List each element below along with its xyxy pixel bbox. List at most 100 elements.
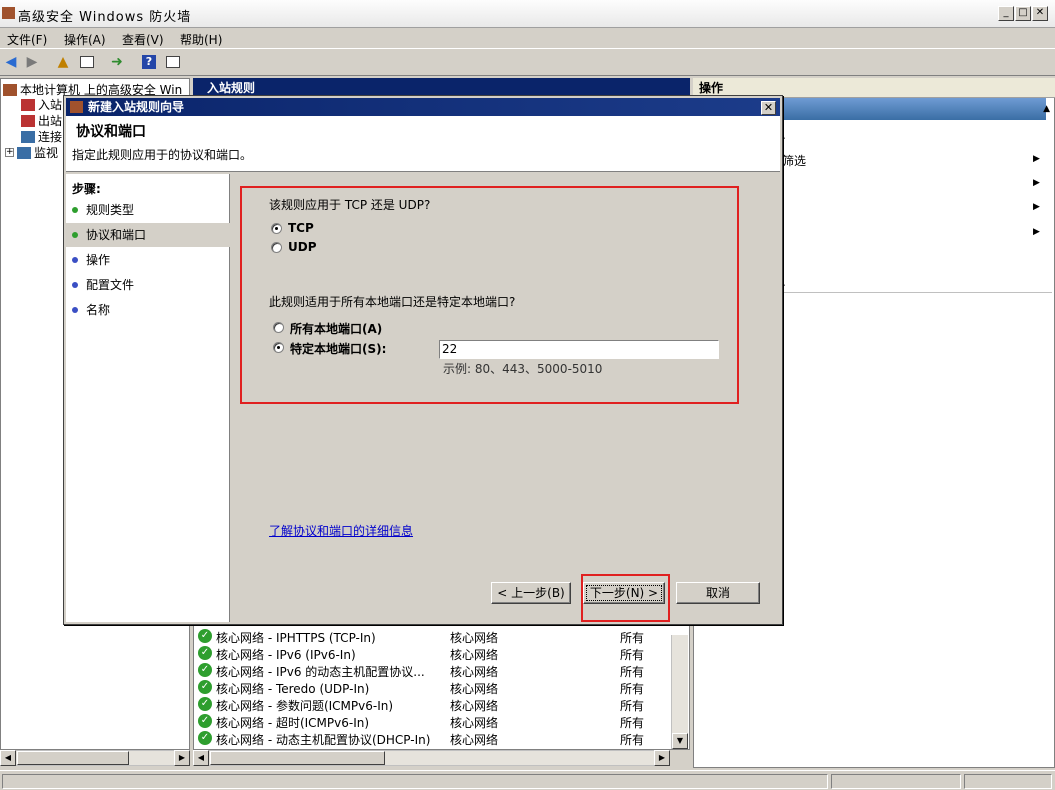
menu-view[interactable]: 查看(V) (122, 31, 164, 48)
properties-icon[interactable] (164, 53, 182, 71)
scroll-down-icon[interactable]: ▼ (672, 733, 688, 749)
page-title: 协议和端口 (76, 124, 146, 140)
collapse-icon[interactable]: ▲ (1043, 104, 1050, 114)
steps-panel: 步骤: 规则类型 协议和端口 操作 配置文件 名称 (66, 174, 230, 622)
status-segment (964, 774, 1052, 789)
close-button[interactable]: ✕ (1032, 6, 1048, 21)
up-folder-icon[interactable]: ▲ (54, 53, 72, 71)
wizard-content: 该规则应用于 TCP 还是 UDP? TCP UDP 此规则适用于所有本地端口还… (233, 174, 782, 622)
table-row[interactable]: ✓ 核心网络 - 参数问题(ICMPv6-In) 核心网络 所有 (198, 696, 668, 713)
back-button[interactable]: < 上一步(B) (491, 582, 571, 604)
tcp-label[interactable]: TCP (288, 221, 314, 235)
table-row[interactable]: ✓ 核心网络 - IPv6 的动态主机配置协议... 核心网络 所有 (198, 662, 668, 679)
export-icon[interactable]: ➜ (108, 53, 126, 71)
dialog-title: 新建入站规则向导 (88, 100, 185, 114)
connection-security-icon (21, 130, 35, 143)
submenu-arrow-icon: ▶ (1033, 178, 1040, 188)
left-horizontal-scrollbar[interactable]: ◀ ▶ (0, 750, 190, 766)
middle-horizontal-scrollbar[interactable]: ◀ ▶ (193, 750, 670, 766)
dialog-title-bar: 新建入站规则向导 ✕ (66, 98, 780, 116)
table-row[interactable]: ✓ 核心网络 - 动态主机配置协议(DHCP-In) 核心网络 所有 (198, 730, 668, 747)
port-example: 示例: 80、443、5000-5010 (443, 362, 603, 376)
learn-more-link[interactable]: 了解协议和端口的详细信息 (269, 522, 413, 539)
menu-file[interactable]: 文件(F) (7, 31, 47, 48)
toolbar: ◀ ▶ ▲ ➜ ? (0, 48, 1055, 76)
port-input[interactable]: 22 (439, 340, 719, 359)
table-row[interactable]: ✓ 核心网络 - IPHTTPS (TCP-In) 核心网络 所有 (198, 628, 668, 645)
scroll-left-icon[interactable]: ◀ (0, 750, 16, 766)
outbound-rules-icon (21, 114, 35, 127)
submenu-arrow-icon: ▶ (1033, 202, 1040, 212)
submenu-arrow-icon: ▶ (1033, 227, 1040, 237)
next-highlight-box (581, 574, 670, 622)
submenu-arrow-icon: ▶ (1033, 154, 1040, 164)
monitor-icon (17, 146, 31, 159)
status-segment (831, 774, 961, 789)
all-ports-label[interactable]: 所有本地端口(A) (290, 320, 382, 337)
rules-vertical-scrollbar[interactable]: ▼ (671, 635, 688, 749)
status-bar (0, 770, 1055, 790)
maximize-button[interactable]: □ (1015, 6, 1031, 21)
enabled-check-icon: ✓ (198, 714, 212, 728)
protocol-question: 该规则应用于 TCP 还是 UDP? (269, 198, 431, 212)
table-row[interactable]: ✓ 核心网络 - Teredo (UDP-In) 核心网络 所有 (198, 679, 668, 696)
menu-bar: 文件(F) 操作(A) 查看(V) 帮助(H) (0, 28, 1055, 48)
udp-radio[interactable] (271, 242, 282, 253)
firewall-icon (3, 83, 17, 96)
all-ports-radio[interactable] (273, 322, 284, 333)
table-row[interactable]: ✓ 核心网络 - 超时(ICMPv6-In) 核心网络 所有 (198, 713, 668, 730)
inbound-rules-icon (21, 98, 35, 111)
enabled-check-icon: ✓ (198, 629, 212, 643)
scroll-right-icon[interactable]: ▶ (174, 750, 190, 766)
help-icon[interactable]: ? (140, 53, 158, 71)
menu-help[interactable]: 帮助(H) (180, 31, 222, 48)
tcp-radio[interactable] (271, 223, 282, 234)
scroll-thumb[interactable] (17, 751, 129, 765)
menu-action[interactable]: 操作(A) (64, 31, 106, 48)
enabled-check-icon: ✓ (198, 731, 212, 745)
dialog-header: 协议和端口 指定此规则应用于的协议和端口。 (66, 116, 780, 172)
minimize-button[interactable]: _ (998, 6, 1014, 21)
enabled-check-icon: ✓ (198, 663, 212, 677)
status-segment (2, 774, 828, 789)
tree-item-inbound[interactable]: 入站 (21, 96, 62, 113)
tree-item-monitor[interactable]: + 监视 (5, 144, 58, 161)
new-inbound-rule-wizard: 新建入站规则向导 ✕ 协议和端口 指定此规则应用于的协议和端口。 步骤: 规则类… (63, 95, 783, 625)
udp-label[interactable]: UDP (288, 240, 317, 254)
show-tree-icon[interactable] (78, 53, 96, 71)
step-rule-type[interactable]: 规则类型 (66, 198, 230, 222)
table-row[interactable]: ✓ 核心网络 - IPv6 (IPv6-In) 核心网络 所有 (198, 645, 668, 662)
scroll-left-icon[interactable]: ◀ (193, 750, 209, 766)
enabled-check-icon: ✓ (198, 680, 212, 694)
step-name[interactable]: 名称 (66, 298, 230, 322)
step-current-icon (72, 232, 78, 238)
dialog-close-button[interactable]: ✕ (761, 101, 776, 115)
step-protocol-port[interactable]: 协议和端口 (66, 223, 230, 247)
back-arrow-icon[interactable]: ◀ (2, 53, 20, 71)
tree-item-connection[interactable]: 连接 (21, 128, 62, 145)
forward-arrow-icon[interactable]: ▶ (23, 53, 41, 71)
step-pending-icon (72, 282, 78, 288)
step-pending-icon (72, 307, 78, 313)
step-pending-icon (72, 257, 78, 263)
step-done-icon (72, 207, 78, 213)
firewall-icon (70, 101, 83, 113)
tree-item-outbound[interactable]: 出站 (21, 112, 62, 129)
expand-icon[interactable]: + (5, 148, 14, 157)
step-profile[interactable]: 配置文件 (66, 273, 230, 297)
title-bar: 高级安全 Windows 防火墙 _ □ ✕ (0, 0, 1055, 28)
page-subtitle: 指定此规则应用于的协议和端口。 (72, 148, 253, 162)
action-filter[interactable]: 筛选 (782, 152, 806, 169)
port-question: 此规则适用于所有本地端口还是特定本地端口? (269, 295, 516, 309)
steps-title: 步骤: (72, 182, 101, 196)
scroll-thumb[interactable] (210, 751, 385, 765)
firewall-app-icon (2, 7, 15, 19)
enabled-check-icon: ✓ (198, 646, 212, 660)
specific-ports-label[interactable]: 特定本地端口(S): (290, 340, 386, 357)
window-title: 高级安全 Windows 防火墙 (18, 10, 192, 25)
cancel-button[interactable]: 取消 (676, 582, 760, 604)
step-action[interactable]: 操作 (66, 248, 230, 272)
enabled-check-icon: ✓ (198, 697, 212, 711)
scroll-right-icon[interactable]: ▶ (654, 750, 670, 766)
specific-ports-radio[interactable] (273, 342, 284, 353)
